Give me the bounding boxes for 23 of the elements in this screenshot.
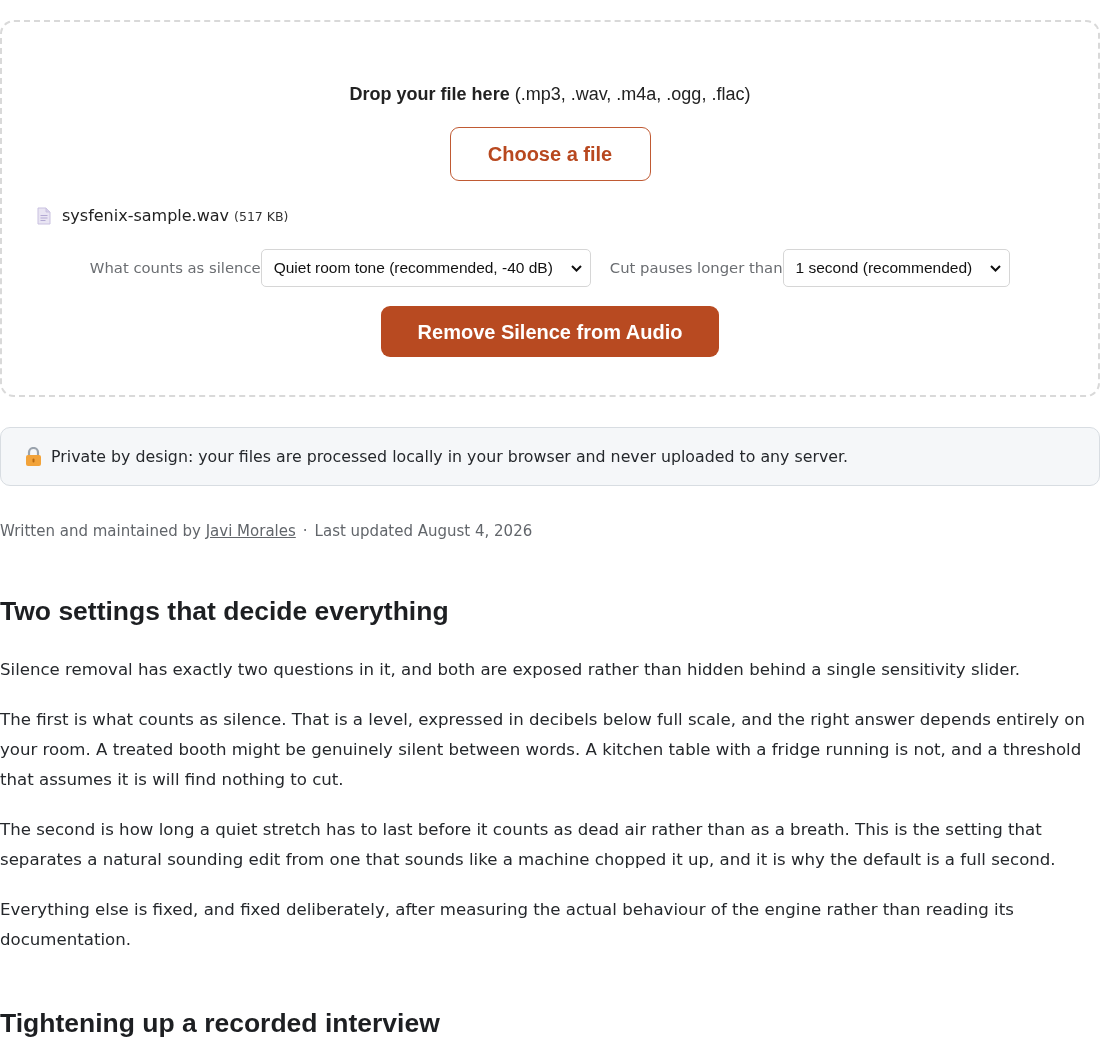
- drop-zone[interactable]: [0, 20, 1100, 397]
- remove-silence-button[interactable]: Remove Silence from Audio: [381, 306, 719, 357]
- file-size: (517 KB): [234, 208, 289, 226]
- dropdown[interactable]: Quiet room tone (recommended, -40 dB): [260, 249, 591, 287]
- setting-label: Cut pauses longer than: [609, 257, 783, 278]
- chevron-down-icon: [570, 264, 582, 272]
- paragraph: Everything else is fixed, and fixed deliberately, after measuring the actual behaviour of the engine rather than reading its documentation.: [0, 899, 1015, 951]
- byline: Written and maintained by Javi Morales · Last updated August 4, 2026: [0, 521, 534, 542]
- privacy-text: Private by design: your files are processed locally in your browser and never uploaded to any server.: [51, 445, 849, 468]
- section-heading: Tightening up a recorded interview: [0, 1007, 441, 1040]
- paragraph: The first is what counts as silence. That is a level, expressed in decibels below full scale, and the right answer depends entirely on your room. A treated booth might be genuinely silent between words. A kitchen table with a fridge running is not, and a threshold that assumes it is will find nothing to cut.: [0, 709, 1086, 791]
- author-link[interactable]: Javi Morales: [205, 522, 296, 540]
- document-icon: [37, 207, 51, 225]
- chevron-down-icon: [990, 264, 1002, 272]
- lock-icon: [25, 447, 42, 466]
- dropdown[interactable]: 1 second (recommended): [782, 249, 1011, 287]
- paragraph: Silence removal has exactly two questions in it, and both are exposed rather than hidden behind a single sensitivity slider.: [0, 659, 1022, 681]
- paragraph: The second is how long a quiet stretch has to last before it counts as dead air rather than as a breath. This is the setting that separates a natural sounding edit from one that sounds like a machine chopped it up, and it is why the default is a full second.: [0, 819, 1057, 871]
- setting-label: What counts as silence: [89, 257, 261, 278]
- drop-prompt: Drop your file here (.mp3, .wav, .m4a, .ogg, .flac): [349, 83, 751, 106]
- choose-file-button[interactable]: Choose a file: [449, 127, 651, 181]
- section-heading: Two settings that decide everything: [0, 595, 450, 628]
- file-name: sysfenix-sample.wav: [62, 205, 230, 227]
